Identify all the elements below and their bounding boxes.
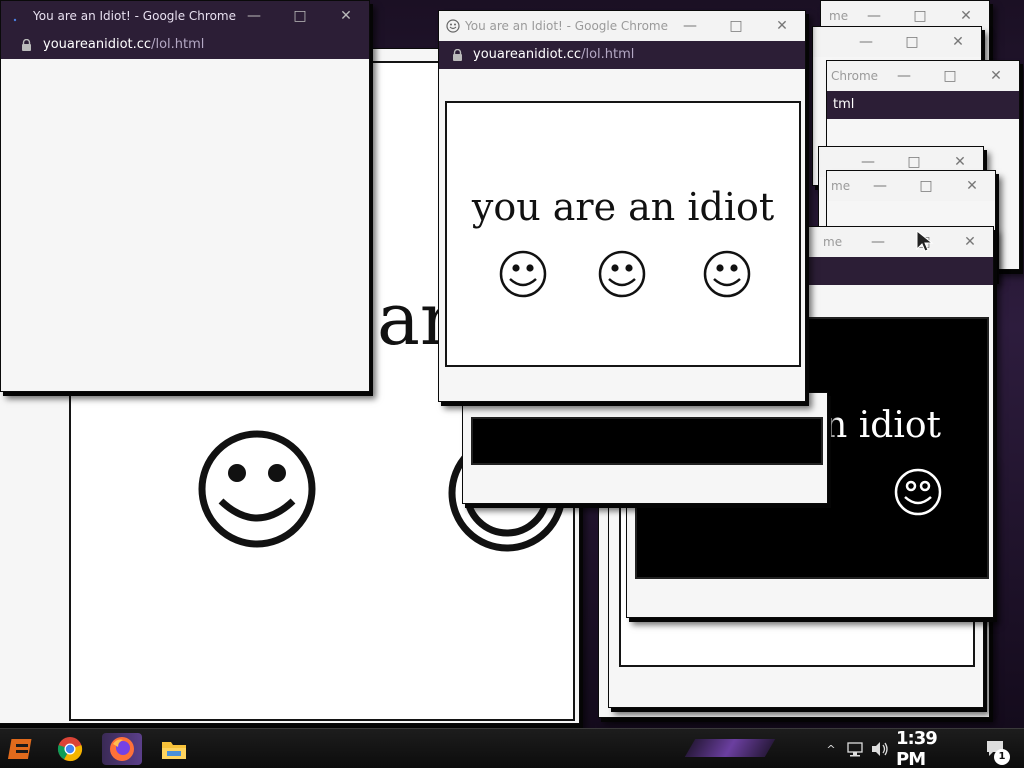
file-explorer-icon xyxy=(162,742,186,759)
smiley-icon xyxy=(198,430,316,548)
clock[interactable]: 1:39 PM xyxy=(896,728,968,768)
address-bar[interactable]: tml xyxy=(827,91,1019,119)
smiley-icon xyxy=(598,250,646,298)
volume-icon[interactable] xyxy=(868,729,892,768)
page-content xyxy=(471,417,823,465)
maximize-icon[interactable]: □ xyxy=(927,61,973,91)
page-content xyxy=(7,61,365,387)
window-title: You are an Idiot! - Google Chrome xyxy=(33,9,236,23)
window-title: me xyxy=(829,9,849,23)
taskbar: ^ 1:39 PM 1 xyxy=(0,728,1024,768)
smiley-icon xyxy=(13,18,17,22)
close-icon[interactable]: ✕ xyxy=(947,227,993,257)
page-content: you are an idiot xyxy=(445,101,801,367)
taskbar-file-explorer[interactable] xyxy=(154,733,194,765)
url-path: /lol.html xyxy=(151,37,205,52)
window-title: Chrome xyxy=(831,69,879,83)
page-message: you are an idiot xyxy=(471,185,775,229)
chrome-popup-window-front[interactable]: You are an Idiot! - Google Chrome — □ ✕ … xyxy=(438,10,806,402)
title-bar[interactable]: me — □ ✕ xyxy=(827,171,995,201)
chrome-icon xyxy=(57,737,83,762)
taskbar-accent-bar xyxy=(684,739,776,757)
minimize-icon[interactable]: — xyxy=(667,11,713,41)
maximize-icon[interactable]: □ xyxy=(889,27,935,57)
smiley-icon xyxy=(894,468,942,516)
maximize-icon[interactable]: □ xyxy=(713,11,759,41)
address-bar[interactable]: youareanidiot.cc/lol.html xyxy=(1,31,369,59)
taskbar-chrome[interactable] xyxy=(50,733,90,765)
notification-icon[interactable]: 1 xyxy=(978,729,1014,768)
minimize-icon[interactable]: — xyxy=(857,171,903,201)
maximize-icon[interactable]: □ xyxy=(277,1,323,31)
minimize-icon[interactable]: — xyxy=(231,1,277,31)
url-path: /lol.html xyxy=(581,47,635,62)
close-icon[interactable]: ✕ xyxy=(323,1,369,31)
window-title: You are an Idiot! - Google Chrome xyxy=(465,19,668,33)
title-bar[interactable]: Chrome — □ ✕ xyxy=(827,61,1019,91)
taskbar-firefox[interactable] xyxy=(102,733,142,765)
tray-overflow[interactable]: ^ xyxy=(822,729,840,768)
window-title: me xyxy=(831,179,851,193)
url-domain: youareanidiot.cc xyxy=(43,37,152,52)
start-button-icon xyxy=(7,739,32,759)
smiley-icon xyxy=(446,19,460,33)
firefox-icon xyxy=(110,737,134,761)
start-button[interactable] xyxy=(2,733,42,765)
desktop: ar me — □ ✕ — □ ✕ Chrome — □ ✕ tml — □ ✕… xyxy=(0,0,1024,728)
network-icon[interactable] xyxy=(844,729,866,768)
close-icon[interactable]: ✕ xyxy=(973,61,1019,91)
close-icon[interactable]: ✕ xyxy=(935,27,981,57)
close-icon[interactable]: ✕ xyxy=(949,171,995,201)
window-title: me xyxy=(823,235,843,249)
chrome-popup-window[interactable] xyxy=(462,392,828,504)
smiley-icon xyxy=(703,250,751,298)
lock-icon xyxy=(453,49,462,61)
url-text: youareanidiot.cc/lol.html xyxy=(473,47,634,62)
smiley-icon xyxy=(499,250,547,298)
title-bar[interactable]: — □ ✕ xyxy=(813,27,981,57)
title-bar[interactable]: You are an Idiot! - Google Chrome — □ ✕ xyxy=(1,1,369,31)
address-bar[interactable]: youareanidiot.cc/lol.html xyxy=(439,41,805,69)
url-text: youareanidiot.cc/lol.html xyxy=(43,37,204,52)
mouse-pointer-icon xyxy=(916,230,934,252)
chrome-popup-window-blank[interactable]: You are an Idiot! - Google Chrome — □ ✕ … xyxy=(0,0,370,392)
close-icon[interactable]: ✕ xyxy=(759,11,805,41)
notification-count: 1 xyxy=(994,749,1010,765)
minimize-icon[interactable]: — xyxy=(881,61,927,91)
url-text: tml xyxy=(833,97,855,112)
url-domain: youareanidiot.cc xyxy=(473,47,582,62)
minimize-icon[interactable]: — xyxy=(843,27,889,57)
minimize-icon[interactable]: — xyxy=(855,227,901,257)
lock-icon xyxy=(22,39,31,51)
maximize-icon[interactable]: □ xyxy=(903,171,949,201)
page-message-fragment: n idiot xyxy=(824,405,941,446)
title-bar[interactable]: You are an Idiot! - Google Chrome — □ ✕ xyxy=(439,11,805,41)
